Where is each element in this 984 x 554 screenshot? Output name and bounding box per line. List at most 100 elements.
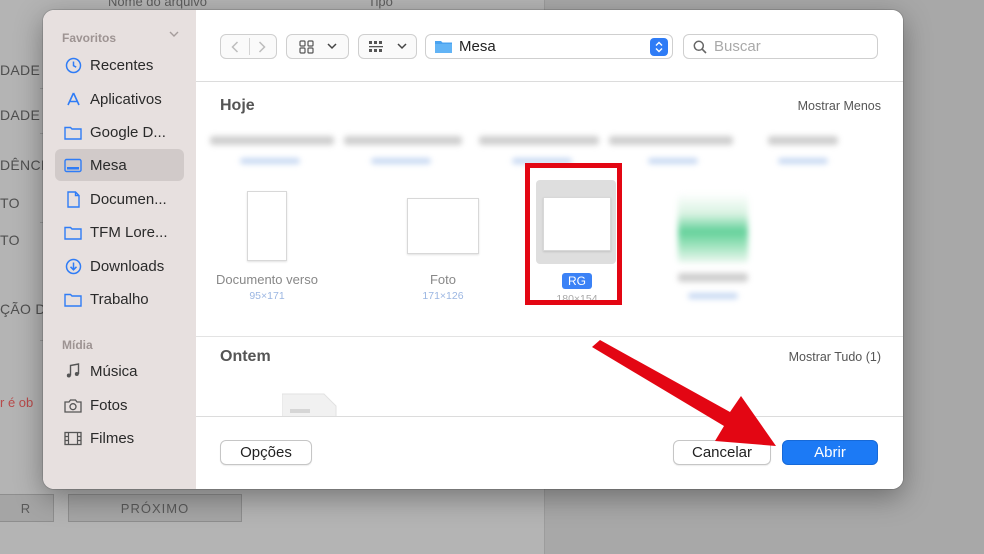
forward-button[interactable] [249,40,277,53]
sidebar-item-label: Filmes [90,429,135,447]
section-header-hoje: Hoje Mostrar Menos [196,85,903,125]
section-title: Ontem [220,348,271,365]
blurred-dimensions [240,158,300,164]
background-label: ÇÃO D [0,301,46,317]
desktop-icon [64,156,82,174]
background-label: TO [0,232,20,248]
location-stepper[interactable] [650,38,668,56]
sidebar-item-documentos[interactable]: Documen... [55,183,184,215]
file-item-foto[interactable]: Foto 171×126 [373,272,513,302]
sidebar-item-downloads[interactable]: Downloads [55,250,184,282]
sidebar-item-google-drive[interactable]: Google D... [55,116,184,148]
section-header-ontem: Ontem Mostrar Tudo (1) [196,336,903,376]
chevron-left-icon [231,40,238,53]
back-forward-control [220,34,277,59]
back-button[interactable] [221,40,249,53]
sidebar-item-tfm-lorena[interactable]: TFM Lore... [55,216,184,248]
sidebar-item-label: Trabalho [90,290,149,308]
film-icon [64,429,82,447]
sidebar-item-label: Google D... [90,123,166,141]
section-title: Hoje [220,97,255,114]
search-icon [693,40,707,54]
download-icon [64,257,82,275]
background-label: DADE [0,107,41,123]
toolbar: Mesa [196,10,903,82]
background-error-text: r é ob [0,395,34,410]
search-input[interactable] [714,38,864,55]
file-browser: Hoje Mostrar Menos Documento verso 95×17… [196,83,903,416]
blurred-thumbnail [678,193,748,263]
blurred-filename [609,136,733,145]
sidebar-item-mesa[interactable]: Mesa [55,149,184,181]
chevron-down-icon [397,43,407,50]
view-mode-button[interactable] [286,34,349,59]
group-icon [369,40,383,52]
grid-view-icon [298,39,314,54]
blurred-filename [678,273,748,282]
blurred-filename [344,136,462,145]
sidebar-item-label: Recentes [90,56,154,74]
chevron-right-icon [259,40,266,53]
sidebar-item-trabalho[interactable]: Trabalho [55,283,184,315]
blurred-dimensions [778,158,828,164]
file-item-documento-verso[interactable]: Documento verso 95×171 [197,272,337,302]
segment-divider [249,38,250,55]
sidebar-item-label: Mesa [90,156,127,174]
background-next-button: PRÓXIMO [68,494,242,522]
document-icon [64,190,82,208]
sidebar-item-label: Fotos [90,396,128,414]
sidebar-section-media: Mídia [62,338,93,352]
sidebar-item-label: TFM Lore... [90,223,168,241]
open-file-dialog: Favoritos Recentes Aplicativos Google D.… [43,10,903,489]
background-back-button: R [0,494,54,522]
background-label: TO [0,195,20,211]
camera-icon [64,396,82,414]
sidebar-item-recentes[interactable]: Recentes [55,49,184,81]
open-button[interactable]: Abrir [782,440,878,465]
blurred-filename [210,136,334,145]
chevron-down-icon [326,43,337,50]
up-down-chevron-icon [655,41,663,53]
highlight-annotation-box [525,163,622,305]
blurred-dimensions [688,293,738,299]
folder-icon [435,41,452,53]
blurred-dimensions [648,158,698,164]
chevron-up-icon[interactable] [169,29,179,39]
group-by-button[interactable] [358,34,417,59]
location-label: Mesa [459,38,496,55]
sidebar: Favoritos Recentes Aplicativos Google D.… [43,10,196,489]
music-icon [64,362,82,380]
file-thumbnail[interactable] [407,198,479,254]
options-button[interactable]: Opções [220,440,312,465]
document-thumbnail[interactable] [282,391,338,416]
blurred-dimensions [371,158,431,164]
main-panel: Mesa Hoje Mostrar Menos [196,10,903,489]
blurred-filename [768,136,838,145]
sidebar-item-filmes[interactable]: Filmes [55,422,184,454]
blurred-filename [479,136,599,145]
sidebar-item-musica[interactable]: Música [55,355,184,387]
dialog-footer: Opções Cancelar Abrir [196,416,903,489]
file-thumbnail[interactable] [247,191,287,261]
search-field[interactable] [683,34,878,59]
background-column-header: Tipo [368,0,393,9]
cancel-button[interactable]: Cancelar [673,440,771,465]
sidebar-item-label: Downloads [90,257,165,275]
background-label: DADE [0,62,41,78]
show-all-link[interactable]: Mostrar Tudo (1) [789,350,881,364]
file-name: Documento verso [216,272,318,287]
sidebar-item-label: Música [90,362,138,380]
sidebar-item-fotos[interactable]: Fotos [55,389,184,421]
applications-icon [64,90,82,108]
folder-icon [64,123,82,141]
file-dimensions: 171×126 [422,290,464,302]
background-column-header: Nome do arquivo [108,0,207,9]
clock-icon [64,56,82,74]
folder-icon [64,223,82,241]
file-name: Foto [429,272,456,287]
folder-icon [64,290,82,308]
sidebar-item-aplicativos[interactable]: Aplicativos [55,83,184,115]
location-popup[interactable]: Mesa [425,34,673,59]
sidebar-section-favorites: Favoritos [62,31,117,45]
show-less-link[interactable]: Mostrar Menos [798,99,881,113]
